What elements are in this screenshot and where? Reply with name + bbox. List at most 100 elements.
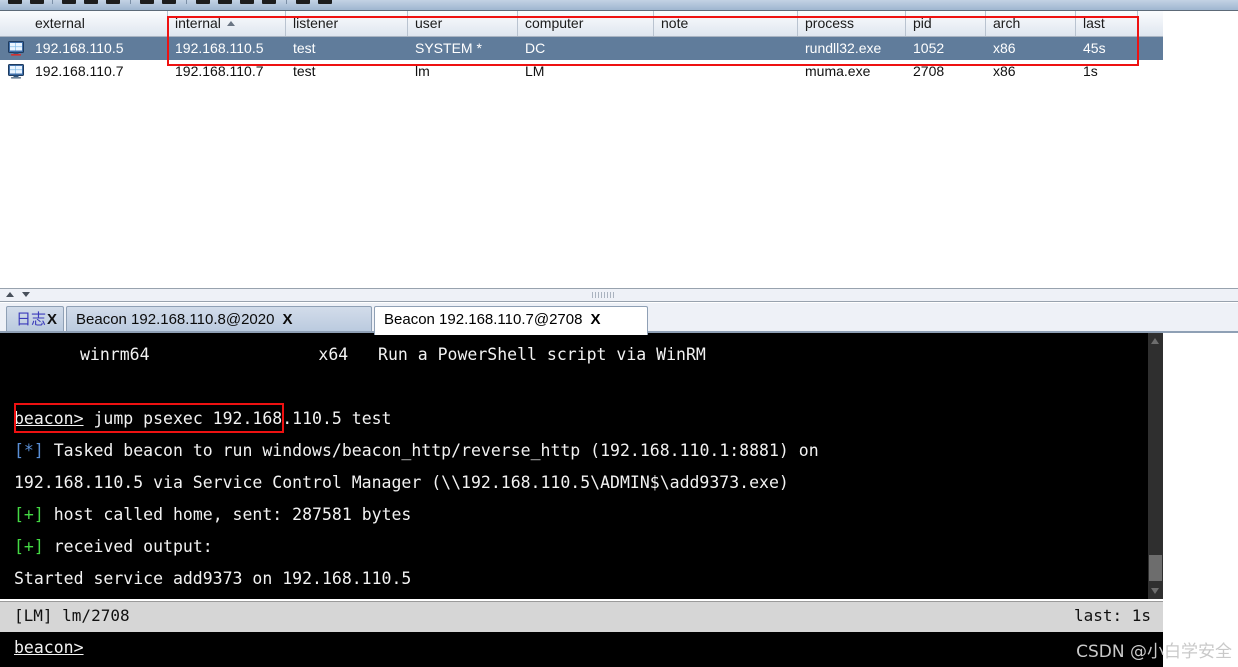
beacon-status-bar: [LM] lm/2708 last: 1s xyxy=(0,601,1163,633)
table-cell-computer: LM xyxy=(525,63,545,79)
table-cell-listener: test xyxy=(293,40,316,56)
column-header-note[interactable]: note xyxy=(654,11,798,36)
tab-log[interactable]: 日志X xyxy=(6,306,64,333)
main-toolbar[interactable] xyxy=(0,0,1238,11)
status-bar-last-seen: last: 1s xyxy=(1073,606,1151,625)
console-line-text: jump psexec 192.168.110.5 test xyxy=(83,409,392,428)
table-cell-last: 1s xyxy=(1083,63,1098,79)
column-header-label: note xyxy=(661,15,689,31)
table-cell-note xyxy=(654,60,798,83)
console-line-text: host called home, sent: 287581 bytes xyxy=(43,505,412,524)
collapse-down-icon[interactable] xyxy=(22,292,30,297)
table-row[interactable]: 192.168.110.7 192.168.110.7 test lm LM muma.e… xyxy=(0,60,1163,83)
table-row[interactable]: 192.168.110.5 192.168.110.5 test SYSTEM * DC… xyxy=(0,37,1163,60)
toolbar-icon-9[interactable] xyxy=(218,0,232,4)
console-line: winrm64 x64 Run a PowerShell script via … xyxy=(80,345,706,364)
table-cell-computer: DC xyxy=(525,40,546,56)
watermark-text: CSDN @小白学安全 xyxy=(1076,642,1232,662)
column-header-pid[interactable]: pid xyxy=(906,11,986,36)
toolbar-separator-4 xyxy=(286,0,287,4)
beacon-table-panel[interactable]: external internal listener user computer note… xyxy=(0,11,1163,285)
split-pane-divider[interactable] xyxy=(0,288,1238,302)
beacon-console-output[interactable]: winrm64 x64 Run a PowerShell script via … xyxy=(0,333,1163,599)
column-header-process[interactable]: process xyxy=(798,11,906,36)
console-line-text: received output: xyxy=(43,537,213,556)
column-header-label: listener xyxy=(293,15,339,31)
toolbar-icon-10[interactable] xyxy=(240,0,254,4)
console-line-text: Tasked beacon to run windows/beacon_http… xyxy=(43,441,819,460)
column-header-external[interactable]: external xyxy=(28,11,168,36)
tab-label: 日志 xyxy=(16,311,47,328)
toolbar-icon-6[interactable] xyxy=(140,0,154,4)
beacon-table-header[interactable]: external internal listener user computer note… xyxy=(0,11,1163,37)
sort-ascending-icon xyxy=(226,21,235,26)
tab-close-icon[interactable]: X xyxy=(590,307,600,332)
beacon-table-body[interactable]: 192.168.110.5 192.168.110.5 test SYSTEM * DC… xyxy=(0,37,1163,83)
table-cell-listener: test xyxy=(293,63,316,79)
column-header-label: pid xyxy=(913,15,932,31)
column-header-label: user xyxy=(415,15,443,31)
column-header-label: last xyxy=(1083,15,1105,31)
console-line: beacon> jump psexec 192.168.110.5 test xyxy=(14,409,392,428)
column-header-user[interactable]: user xyxy=(408,11,518,36)
toolbar-icon-11[interactable] xyxy=(262,0,276,4)
toolbar-icon-7[interactable] xyxy=(162,0,176,4)
beacon-command-input[interactable]: beacon> xyxy=(0,632,1163,667)
column-header-internal[interactable]: internal xyxy=(168,11,286,36)
table-cell-pid: 2708 xyxy=(913,63,945,79)
table-cell-arch: x86 xyxy=(993,63,1016,79)
table-cell-user: lm xyxy=(415,63,430,79)
toolbar-icon-5[interactable] xyxy=(106,0,120,4)
table-cell-external: 192.168.110.5 xyxy=(35,40,124,56)
toolbar-separator-2 xyxy=(130,0,131,4)
console-line-tag: [+] xyxy=(14,537,44,556)
table-cell-last: 45s xyxy=(1083,40,1106,56)
column-header-label: internal xyxy=(175,15,221,31)
toolbar-separator-1 xyxy=(52,0,53,4)
console-line-text: Started service add9373 on 192.168.110.5 xyxy=(14,569,412,588)
tab-beacon-1[interactable]: Beacon 192.168.110.8@2020 X xyxy=(66,306,372,333)
toolbar-icon-13[interactable] xyxy=(318,0,332,4)
tab-label: Beacon 192.168.110.8@2020 xyxy=(76,311,275,328)
scroll-down-icon[interactable] xyxy=(1151,588,1159,594)
toolbar-icon-12[interactable] xyxy=(296,0,310,4)
console-line: [+] host called home, sent: 287581 bytes xyxy=(14,505,411,524)
table-cell-process: rundll32.exe xyxy=(805,40,882,56)
console-scrollbar[interactable] xyxy=(1148,333,1163,599)
column-header-label: computer xyxy=(525,15,584,31)
table-cell-user: SYSTEM * xyxy=(415,40,482,56)
column-header-computer[interactable]: computer xyxy=(518,11,654,36)
toolbar-icon-4[interactable] xyxy=(84,0,98,4)
table-cell-external: 192.168.110.7 xyxy=(35,63,124,79)
column-header-last[interactable]: last xyxy=(1076,11,1138,36)
scroll-up-icon[interactable] xyxy=(1151,338,1159,344)
column-header-listener[interactable]: listener xyxy=(286,11,408,36)
table-cell-pid: 1052 xyxy=(913,40,945,56)
console-line: [*] Tasked beacon to run windows/beacon_… xyxy=(14,441,819,460)
divider-grip[interactable] xyxy=(592,292,616,298)
toolbar-icon-1[interactable] xyxy=(8,0,22,4)
column-header-arch[interactable]: arch xyxy=(986,11,1076,36)
windows-host-elevated-icon xyxy=(8,41,24,56)
tab-beacon-2[interactable]: Beacon 192.168.110.7@2708 X xyxy=(374,306,648,335)
console-line: [+] received output: xyxy=(14,537,213,556)
table-cell-arch: x86 xyxy=(993,40,1016,56)
prompt-label: beacon> xyxy=(14,638,84,657)
tab-close-icon[interactable]: X xyxy=(47,307,57,332)
console-prompt-label: beacon> xyxy=(14,409,84,428)
toolbar-icon-2[interactable] xyxy=(30,0,44,4)
table-cell-internal: 192.168.110.7 xyxy=(175,63,264,79)
toolbar-icon-8[interactable] xyxy=(196,0,210,4)
console-line-text: winrm64 x64 Run a PowerShell script via … xyxy=(80,345,706,364)
toolbar-icon-3[interactable] xyxy=(62,0,76,4)
column-header-label: external xyxy=(35,15,85,31)
scrollbar-thumb[interactable] xyxy=(1149,555,1162,581)
collapse-up-icon[interactable] xyxy=(6,292,14,297)
console-line: 192.168.110.5 via Service Control Manage… xyxy=(14,473,789,492)
console-line-tag: [+] xyxy=(14,505,44,524)
table-cell-internal: 192.168.110.5 xyxy=(175,40,264,56)
console-line-tag: [*] xyxy=(14,441,44,460)
console-line-text: 192.168.110.5 via Service Control Manage… xyxy=(14,473,789,492)
session-tab-bar[interactable]: 日志X Beacon 192.168.110.8@2020 X Beacon 192.… xyxy=(0,303,1238,335)
tab-close-icon[interactable]: X xyxy=(282,307,292,332)
